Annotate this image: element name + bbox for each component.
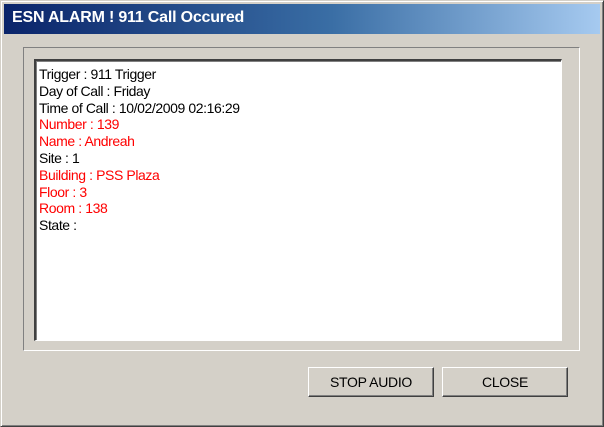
detail-line: Floor : 3 [39, 183, 87, 200]
call-details-textbox[interactable]: Trigger : 911 Trigger Day of Call : Frida… [34, 59, 562, 341]
detail-line: Building : PSS Plaza [39, 166, 160, 183]
window-title: ESN ALARM ! 911 Call Occured [12, 9, 245, 26]
call-details-list: Trigger : 911 Trigger Day of Call : Frida… [39, 66, 240, 234]
detail-line: Number : 139 [39, 116, 120, 133]
detail-line: Site : 1 [39, 149, 80, 166]
detail-line: Name : Andreah [39, 133, 135, 150]
detail-line: Room : 138 [39, 200, 108, 217]
detail-line: Day of Call : Friday [39, 82, 151, 99]
title-bar[interactable]: ESN ALARM ! 911 Call Occured [4, 4, 600, 34]
detail-line: Time of Call : 10/02/2009 02:16:29 [39, 99, 240, 116]
stop-audio-button[interactable]: STOP AUDIO [308, 367, 434, 397]
detail-line: Trigger : 911 Trigger [39, 66, 156, 82]
detail-line: State : [39, 217, 77, 234]
close-button[interactable]: CLOSE [442, 367, 568, 397]
alarm-dialog: ESN ALARM ! 911 Call Occured Trigger : 9… [0, 0, 604, 427]
